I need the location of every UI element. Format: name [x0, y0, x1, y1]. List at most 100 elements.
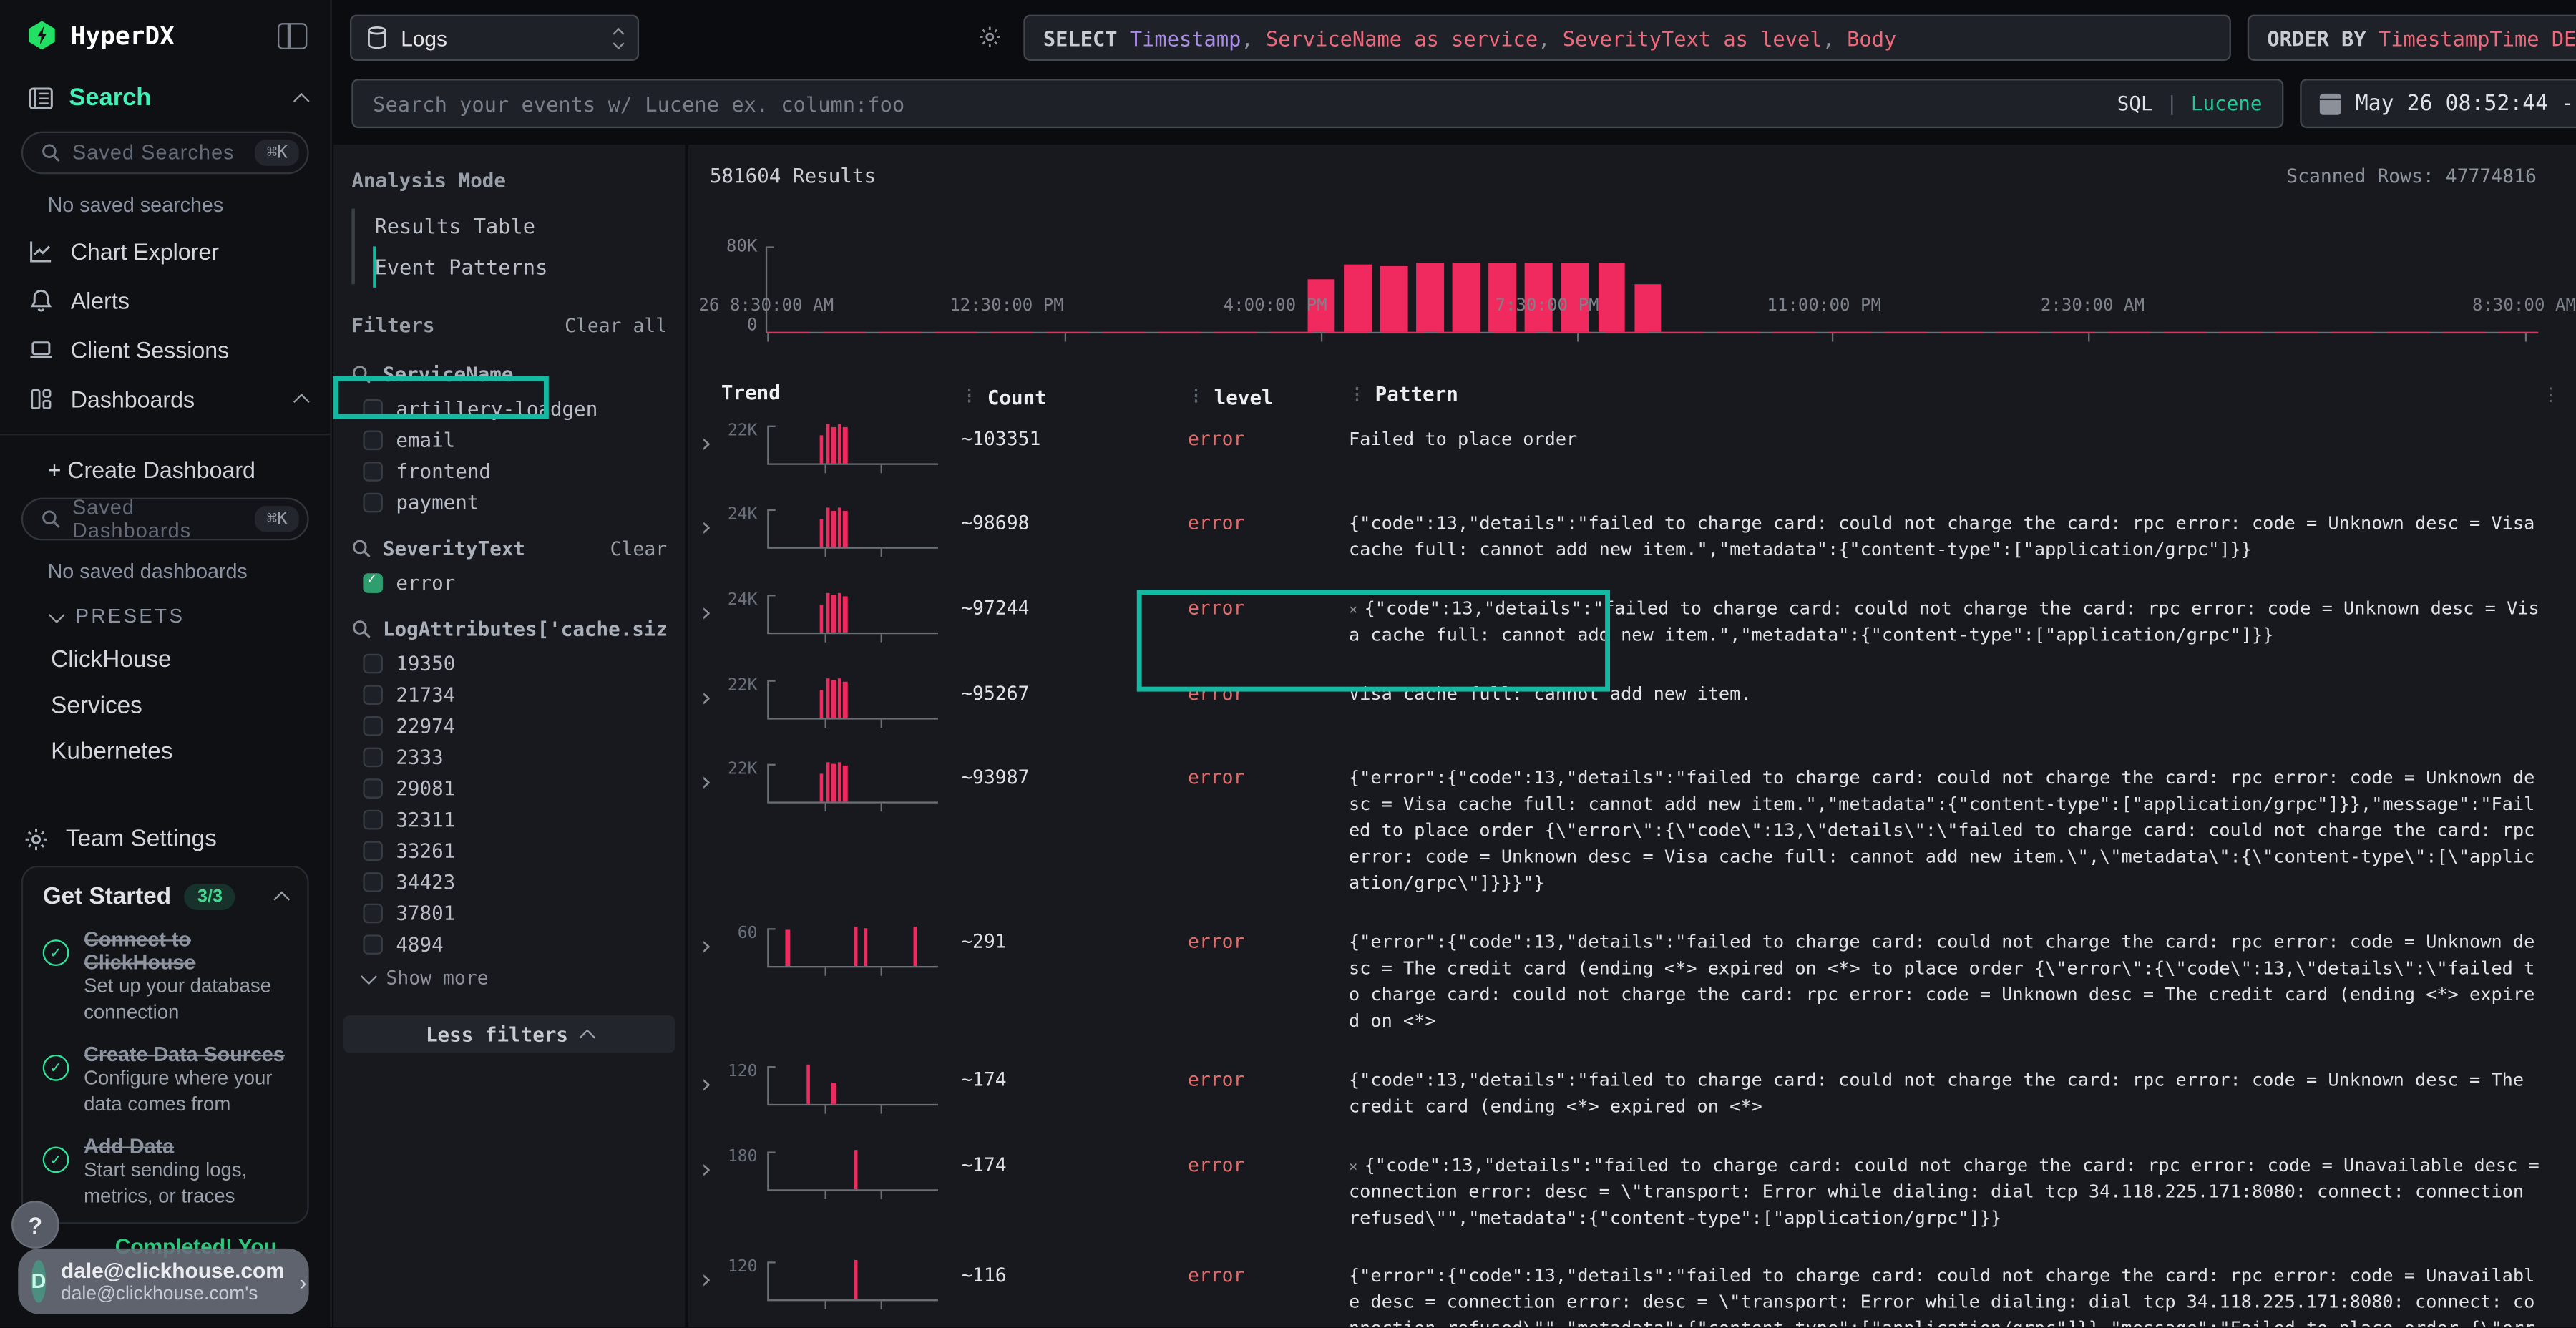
- select-query-editor[interactable]: SELECT Timestamp, ServiceName as service…: [1023, 15, 2231, 61]
- col-count[interactable]: ⋮Count: [961, 386, 1188, 409]
- sidebar-item-team-settings[interactable]: Team Settings: [0, 811, 330, 867]
- expand-chevron-icon[interactable]: ›: [698, 592, 721, 628]
- expand-chevron-icon[interactable]: ›: [698, 924, 721, 961]
- search-icon[interactable]: [351, 620, 371, 640]
- show-more-button[interactable]: Show more: [351, 960, 667, 989]
- date-range-picker[interactable]: May 26 08:52:44 - May 27 08:52:44: [2300, 79, 2576, 128]
- expand-chevron-icon[interactable]: ›: [698, 423, 721, 459]
- filter-option[interactable]: email: [351, 424, 667, 455]
- sparkline-max-label: 24K: [721, 507, 758, 524]
- checkbox[interactable]: [363, 492, 383, 512]
- help-button[interactable]: ?: [11, 1201, 59, 1249]
- expand-chevron-icon[interactable]: ›: [698, 677, 721, 713]
- sidebar-collapse-icon[interactable]: [278, 22, 307, 49]
- step-description: Start sending logs, metrics, or traces: [84, 1158, 288, 1210]
- histogram-bar[interactable]: [1634, 284, 1662, 332]
- analysis-mode-results-table[interactable]: Results Table: [351, 205, 685, 246]
- pattern-row[interactable]: ›120~116error{"error":{"code":13,"detail…: [698, 1259, 2576, 1327]
- expand-chevron-icon[interactable]: ›: [698, 1148, 721, 1184]
- get-started-step[interactable]: ✓Create Data SourcesConfigure where your…: [43, 1043, 288, 1118]
- checkbox[interactable]: [363, 461, 383, 481]
- filter-option[interactable]: 37801: [351, 897, 667, 929]
- user-menu[interactable]: D dale@clickhouse.com dale@clickhouse.co…: [18, 1249, 308, 1314]
- sidebar-item-chart-explorer[interactable]: Chart Explorer: [0, 227, 330, 276]
- filter-option[interactable]: 29081: [351, 772, 667, 804]
- histogram-bar[interactable]: [1344, 264, 1371, 331]
- pattern-row[interactable]: ›60~291error{"error":{"code":13,"details…: [698, 924, 2576, 1034]
- language-sql-toggle[interactable]: SQL: [2117, 92, 2153, 115]
- pattern-row[interactable]: ›180~174error×{"code":13,"details":"fail…: [698, 1148, 2576, 1231]
- sidebar-item-dashboards[interactable]: Dashboards: [0, 374, 330, 424]
- get-started-step[interactable]: ✓Add DataStart sending logs, metrics, or…: [43, 1136, 288, 1210]
- histogram-bar[interactable]: [1598, 263, 1625, 332]
- pattern-row[interactable]: ›24K~97244error×{"code":13,"details":"fa…: [698, 592, 2576, 649]
- sidebar-item-search[interactable]: Search: [0, 67, 330, 128]
- checkbox[interactable]: [363, 716, 383, 736]
- source-select[interactable]: Logs: [350, 15, 639, 61]
- filter-option[interactable]: 34423: [351, 866, 667, 897]
- filter-option[interactable]: error: [351, 567, 667, 598]
- clear-filter-button[interactable]: Clear: [610, 537, 667, 560]
- preset-item-kubernetes[interactable]: Kubernetes: [0, 729, 330, 775]
- presets-toggle[interactable]: PRESETS: [0, 593, 330, 638]
- expand-chevron-icon[interactable]: ›: [698, 1063, 721, 1099]
- preset-item-clickhouse[interactable]: ClickHouse: [0, 638, 330, 683]
- pattern-row[interactable]: ›22K~103351errorFailed to place order: [698, 423, 2576, 479]
- filter-option[interactable]: 4894: [351, 928, 667, 960]
- checkbox[interactable]: [363, 903, 383, 923]
- filter-option[interactable]: frontend: [351, 455, 667, 487]
- sidebar-item-alerts[interactable]: Alerts: [0, 276, 330, 326]
- histogram-bar[interactable]: [1453, 262, 1480, 331]
- checkbox[interactable]: [363, 429, 383, 449]
- filter-option[interactable]: 19350: [351, 648, 667, 679]
- histogram-bar[interactable]: [1380, 267, 1407, 332]
- sparkline-bar: [831, 1082, 836, 1103]
- source-settings-gear-icon[interactable]: [977, 24, 1002, 49]
- checkbox[interactable]: [363, 872, 383, 892]
- saved-dashboards-input[interactable]: Saved Dashboards ⌘K: [21, 498, 309, 541]
- get-started-step[interactable]: ✓Connect to ClickHouseSet up your databa…: [43, 928, 288, 1025]
- pattern-row[interactable]: ›22K~93987error{"error":{"code":13,"deta…: [698, 761, 2576, 897]
- checkbox[interactable]: [363, 840, 383, 860]
- col-pattern[interactable]: ⋮Pattern: [1349, 381, 2540, 410]
- sparkline-bar: [837, 679, 841, 718]
- checkbox[interactable]: [363, 746, 383, 766]
- search-icon[interactable]: [351, 539, 371, 559]
- checkbox[interactable]: [363, 809, 383, 829]
- checkbox[interactable]: [363, 684, 383, 704]
- filter-option[interactable]: payment: [351, 487, 667, 518]
- sparkline-bar: [831, 681, 836, 718]
- filter-option[interactable]: 2333: [351, 741, 667, 772]
- filter-option[interactable]: 33261: [351, 834, 667, 866]
- column-menu-icon[interactable]: ⋮: [2542, 384, 2560, 406]
- clear-all-button[interactable]: Clear all: [565, 314, 667, 337]
- expand-chevron-icon[interactable]: ›: [698, 507, 721, 543]
- orderby-editor[interactable]: ORDER BY TimestampTime DESC: [2248, 15, 2576, 61]
- col-level[interactable]: ⋮level: [1188, 386, 1349, 409]
- pattern-row[interactable]: ›24K~98698error{"code":13,"details":"fai…: [698, 507, 2576, 564]
- sidebar-item-client-sessions[interactable]: Client Sessions: [0, 326, 330, 375]
- create-dashboard-button[interactable]: + Create Dashboard: [0, 445, 330, 494]
- checkbox[interactable]: [363, 572, 383, 592]
- pattern-row[interactable]: ›22K~95267errorVisa cache full: cannot a…: [698, 677, 2576, 733]
- checkbox[interactable]: [363, 653, 383, 673]
- checkbox[interactable]: [363, 778, 383, 798]
- filter-option[interactable]: 32311: [351, 804, 667, 835]
- col-trend[interactable]: Trend: [721, 381, 781, 404]
- expand-chevron-icon[interactable]: ›: [698, 761, 721, 798]
- saved-searches-input[interactable]: Saved Searches ⌘K: [21, 132, 309, 175]
- histogram-bar[interactable]: [1416, 263, 1443, 332]
- filter-option[interactable]: 21734: [351, 678, 667, 710]
- sparkline-bar: [831, 595, 836, 633]
- language-lucene-toggle[interactable]: Lucene: [2191, 92, 2263, 115]
- checkbox[interactable]: [363, 934, 383, 954]
- expand-chevron-icon[interactable]: ›: [698, 1259, 721, 1296]
- filter-option[interactable]: 22974: [351, 710, 667, 741]
- chevron-up-icon[interactable]: [273, 892, 290, 908]
- preset-item-services[interactable]: Services: [0, 683, 330, 729]
- event-search-input[interactable]: Search your events w/ Lucene ex. column:…: [351, 79, 2283, 128]
- results-histogram[interactable]: 80K 0 May 26 8:30:00 AM12:30:00 PM4:00:0…: [688, 197, 2576, 346]
- pattern-row[interactable]: ›120~174error{"code":13,"details":"faile…: [698, 1063, 2576, 1120]
- less-filters-button[interactable]: Less filters: [343, 1015, 675, 1053]
- analysis-mode-event-patterns[interactable]: Event Patterns: [351, 246, 685, 287]
